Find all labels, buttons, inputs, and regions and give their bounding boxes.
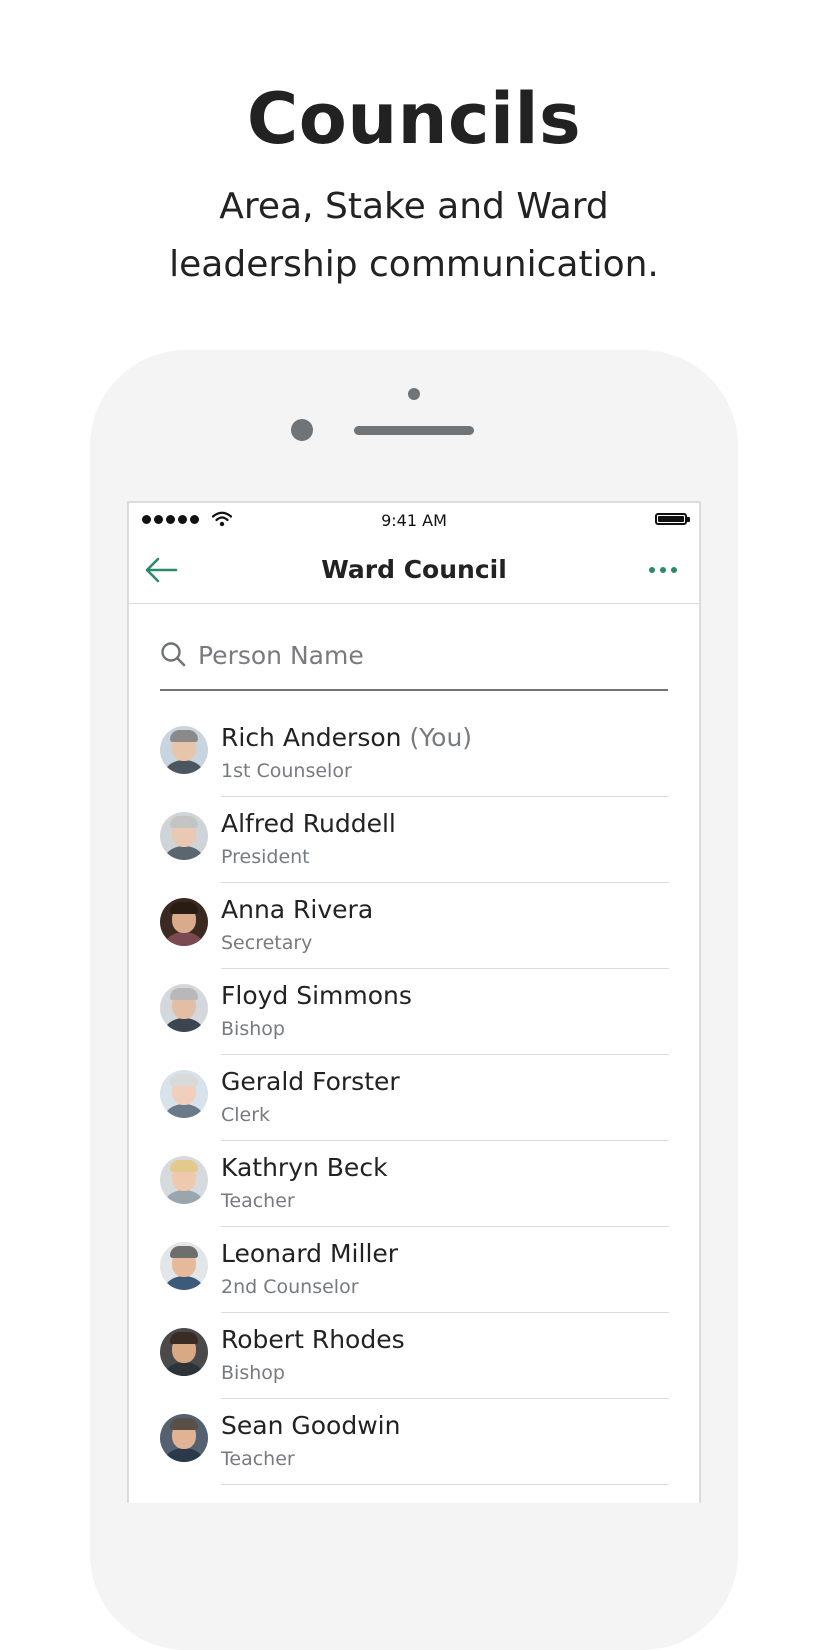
list-item[interactable]: Robert Rhodes Bishop [129, 1313, 699, 1399]
avatar [160, 1070, 208, 1118]
avatar [160, 1328, 208, 1376]
person-role: Teacher [221, 1448, 295, 1470]
person-role: Clerk [221, 1104, 271, 1126]
promo-title: Councils [246, 78, 582, 160]
phone-screen: 9:41 AM Ward Council Rich Anderson (You)… [127, 501, 701, 1503]
search-icon [161, 642, 186, 667]
person-name-text: Gerald Forster [221, 1067, 400, 1096]
person-name-text: Anna Rivera [221, 895, 374, 924]
person-name: Anna Rivera [221, 895, 373, 924]
person-name: Sean Goodwin [221, 1411, 400, 1440]
list-item[interactable]: Gerald Forster Clerk [129, 1055, 699, 1141]
list-item[interactable]: Leonard Miller 2nd Counselor [129, 1227, 699, 1313]
person-name-text: Leonard Miller [221, 1239, 399, 1268]
person-name: Alfred Ruddell [221, 809, 396, 838]
battery-icon [655, 513, 690, 525]
status-bar: 9:41 AM [129, 503, 699, 537]
promo-subtitle-line1: Area, Stake and Ward [219, 186, 609, 227]
list-item[interactable]: Sean Goodwin Teacher [129, 1399, 699, 1485]
avatar [160, 1156, 208, 1204]
person-name-text: Floyd Simmons [221, 981, 412, 1010]
list-item[interactable]: Kathryn Beck Teacher [129, 1141, 699, 1227]
phone-sensor [408, 388, 420, 400]
more-dots-icon [649, 567, 655, 573]
person-name-text: Robert Rhodes [221, 1325, 405, 1354]
person-role: 2nd Counselor [221, 1276, 359, 1298]
avatar [160, 1242, 208, 1290]
person-role: Bishop [221, 1362, 285, 1384]
avatar [160, 898, 208, 946]
more-options-button[interactable] [649, 561, 681, 579]
page-title: Ward Council [321, 555, 507, 584]
person-name: Leonard Miller [221, 1239, 398, 1268]
person-name: Rich Anderson (You) [221, 723, 472, 752]
you-label: (You) [409, 723, 473, 752]
row-divider [221, 1484, 669, 1485]
avatar [160, 812, 208, 860]
avatar [160, 984, 208, 1032]
avatar [160, 1414, 208, 1462]
list-item[interactable]: Floyd Simmons Bishop [129, 969, 699, 1055]
phone-camera [291, 419, 313, 441]
person-name: Kathryn Beck [221, 1153, 388, 1182]
person-name: Robert Rhodes [221, 1325, 405, 1354]
person-role: Bishop [221, 1018, 285, 1040]
search-input[interactable] [198, 633, 658, 677]
avatar [160, 726, 208, 774]
person-name-text: Kathryn Beck [221, 1153, 388, 1182]
person-name-text: Alfred Ruddell [221, 809, 396, 838]
nav-bar: Ward Council [129, 537, 699, 604]
person-role: 1st Counselor [221, 760, 352, 782]
list-item[interactable]: Alfred Ruddell President [129, 797, 699, 883]
person-name: Gerald Forster [221, 1067, 400, 1096]
person-role: Secretary [221, 932, 313, 954]
search-field[interactable] [160, 633, 668, 691]
person-role: President [221, 846, 310, 868]
person-name: Floyd Simmons [221, 981, 412, 1010]
promo-subtitle: Area, Stake and Ward leadership communic… [0, 178, 828, 294]
person-name-text: Sean Goodwin [221, 1411, 401, 1440]
status-time: 9:41 AM [381, 511, 447, 530]
person-name-text: Rich Anderson [221, 723, 402, 752]
list-item[interactable]: Rich Anderson (You) 1st Counselor [129, 711, 699, 797]
phone-speaker [354, 426, 474, 435]
list-item[interactable]: Anna Rivera Secretary [129, 883, 699, 969]
promo-subtitle-line2: leadership communication. [169, 244, 659, 285]
people-list: Rich Anderson (You) 1st Counselor Alfred R… [129, 711, 699, 1485]
person-role: Teacher [221, 1190, 295, 1212]
